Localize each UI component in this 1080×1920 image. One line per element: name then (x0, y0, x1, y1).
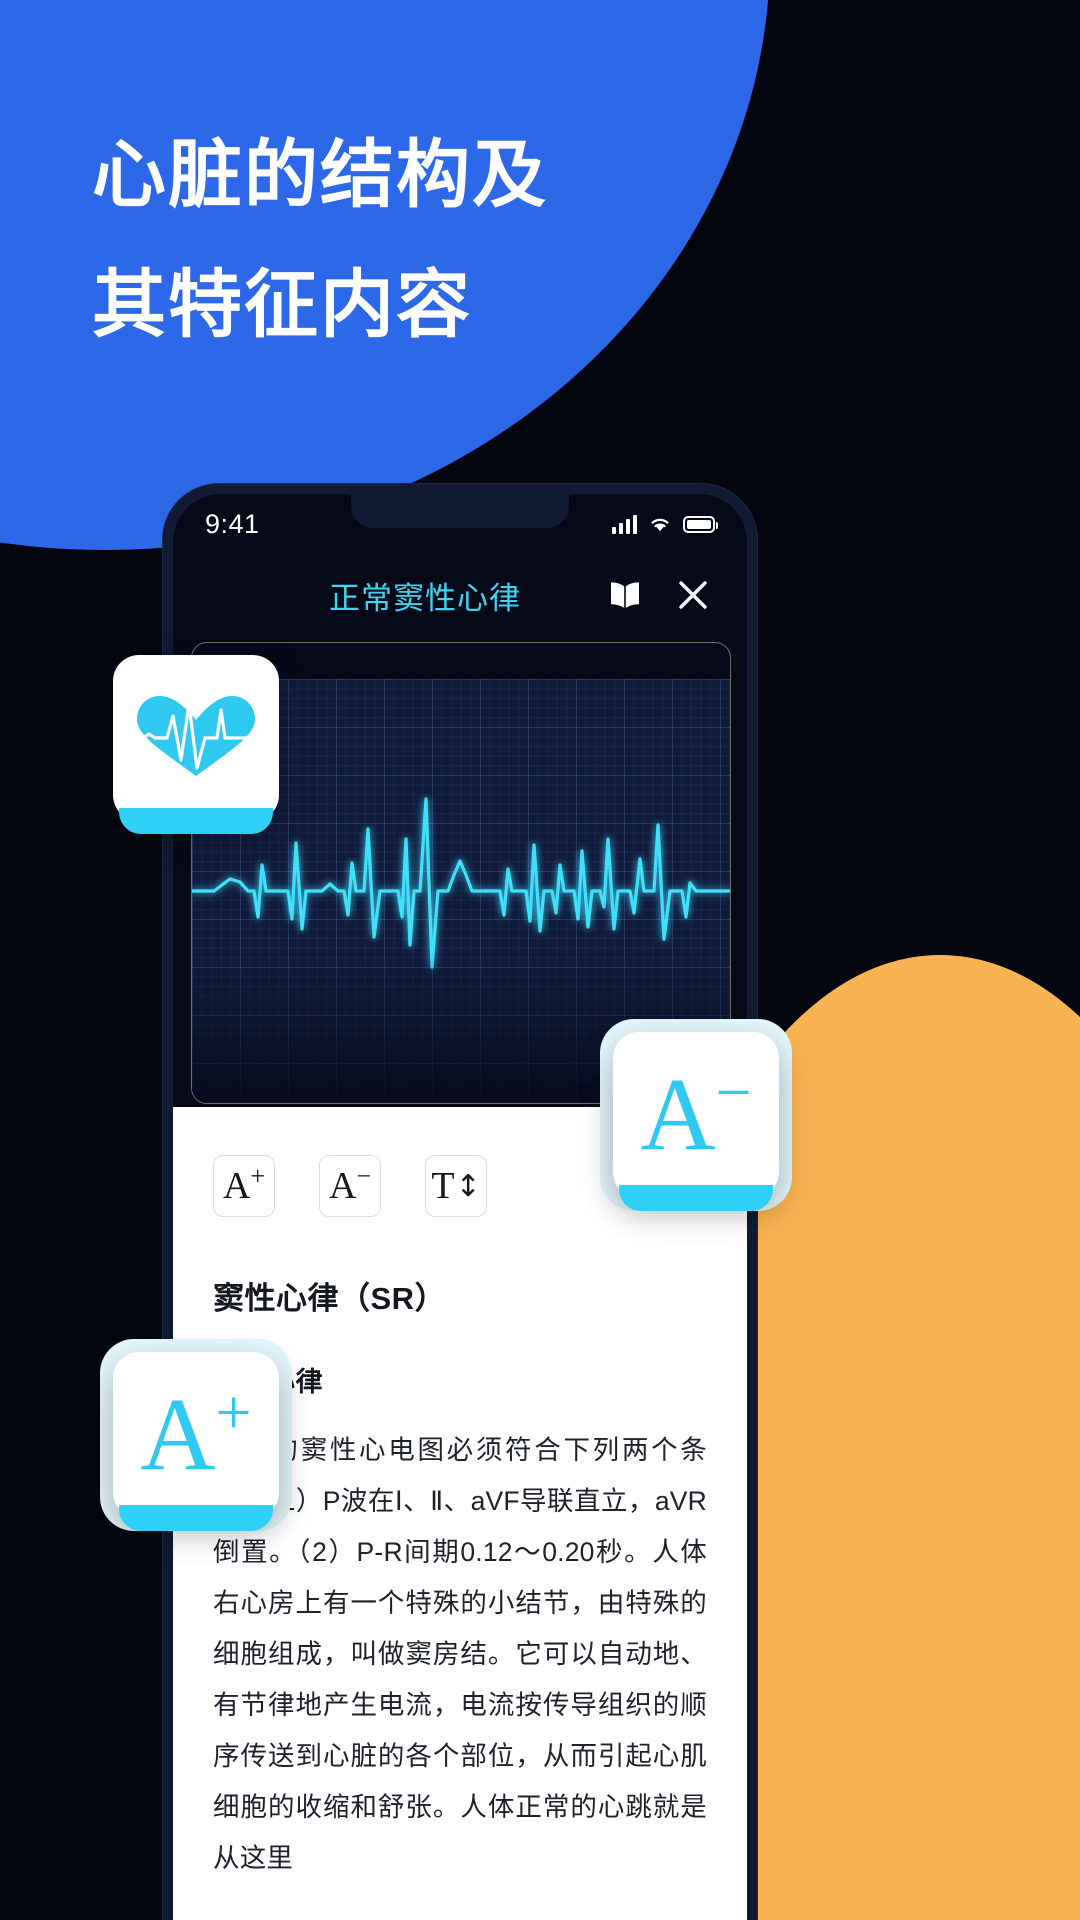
page-title: 心脏的结构及 其特征内容 (92, 110, 548, 370)
heartbeat-icon-card (113, 655, 279, 834)
battery-icon (683, 515, 718, 533)
font-decrease-button[interactable]: A− (319, 1155, 381, 1217)
cellular-signal-icon (612, 514, 637, 534)
status-time: 9:41 (205, 508, 260, 539)
font-decrease-sup: − (356, 1161, 372, 1191)
promo-stage: 心脏的结构及 其特征内容 9:41 正常窦性心律 A+ A− T ↕ 窦性心律（… (0, 0, 1080, 1920)
book-icon[interactable] (605, 575, 645, 615)
app-header: 正常窦性心律 (173, 554, 747, 636)
font-decrease-glyph: A (328, 1165, 357, 1207)
font-decrease-card-glyph: A− (640, 1056, 752, 1172)
line-height-glyph: T (431, 1165, 455, 1207)
headline-line-1: 心脏的结构及 (92, 133, 548, 216)
font-increase-button[interactable]: A+ (213, 1155, 275, 1217)
font-increase-sup: + (250, 1161, 266, 1191)
line-height-button[interactable]: T ↕ (425, 1155, 487, 1217)
status-icons (612, 514, 718, 534)
status-bar: 9:41 (173, 494, 747, 554)
header-actions (605, 575, 747, 615)
wifi-icon (648, 515, 672, 533)
heart-pulse-icon (121, 696, 271, 776)
headline-line-2: 其特征内容 (92, 263, 472, 346)
font-decrease-card: A− (613, 1032, 779, 1211)
font-increase-card-glyph: A+ (140, 1376, 252, 1492)
font-increase-card: A+ (113, 1352, 279, 1531)
app-title: 正常窦性心律 (329, 580, 521, 616)
up-down-arrow-icon: ↕ (455, 1168, 481, 1204)
font-increase-glyph: A (222, 1165, 251, 1207)
document-heading: 窦性心律（SR） (213, 1281, 447, 1316)
close-icon[interactable] (673, 575, 713, 615)
